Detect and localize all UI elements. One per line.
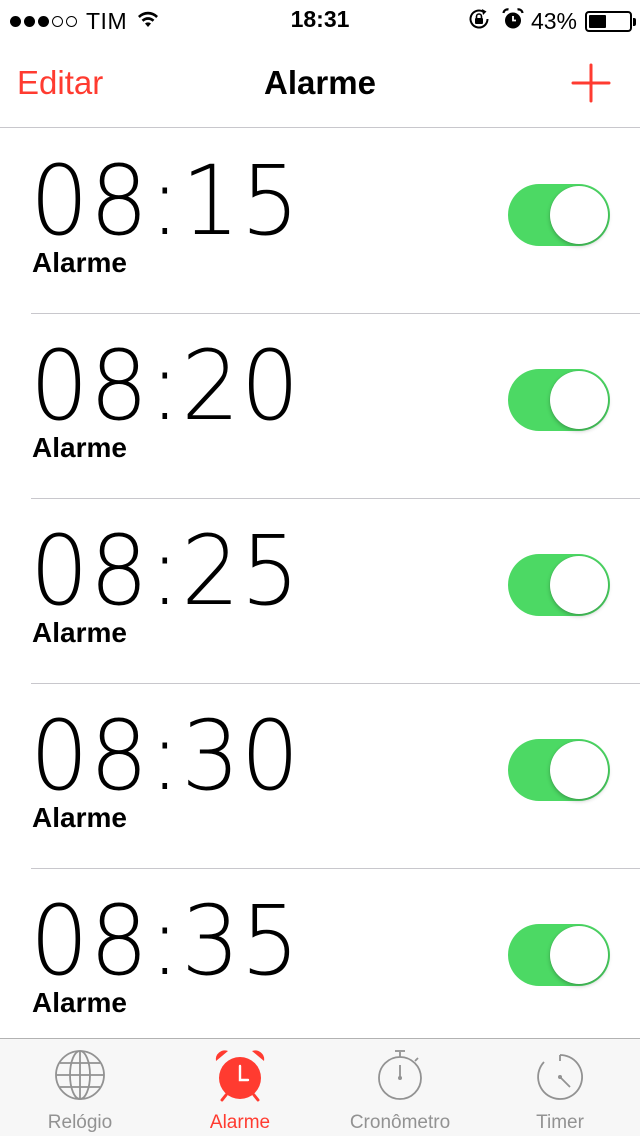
toggle-knob — [550, 741, 608, 799]
tab-label: Cronômetro — [349, 1112, 451, 1133]
page-title: Alarme — [264, 64, 376, 101]
navigation-bar: Editar Alarme — [0, 40, 640, 128]
alarm-row[interactable]: 08:35 Alarme — [0, 869, 640, 1054]
tab-label: Timer — [536, 1112, 584, 1133]
status-right: 43% — [467, 7, 636, 36]
alarm-label: Alarme — [32, 802, 127, 833]
alarm-label: Alarme — [32, 432, 127, 463]
tab-relogio[interactable]: Relógio — [0, 1039, 160, 1136]
alarm-clock-icon — [501, 7, 525, 36]
battery-percent: 43% — [530, 7, 577, 34]
tab-bar: Relógio Alarme Cronômetro Timer — [0, 1038, 640, 1136]
alarm-row[interactable]: 08:25 Alarme — [0, 499, 640, 684]
globe-icon — [55, 1050, 105, 1100]
alarm-screen: TIM 18:31 43% Editar Alarme 08:15 Alarme… — [0, 0, 640, 1136]
alarm-time: 08:25 — [30, 515, 301, 627]
battery-icon — [585, 10, 636, 32]
alarm-toggle[interactable] — [508, 739, 610, 801]
alarm-toggle[interactable] — [508, 184, 610, 246]
rotation-lock-icon — [467, 7, 491, 36]
tab-label: Relógio — [47, 1112, 113, 1133]
tab-cronometro[interactable]: Cronômetro — [320, 1039, 480, 1136]
toggle-knob — [550, 556, 608, 614]
alarm-time: 08:30 — [30, 700, 301, 812]
toggle-knob — [550, 926, 608, 984]
tab-alarme[interactable]: Alarme — [160, 1039, 320, 1136]
alarm-row[interactable]: 08:30 Alarme — [0, 684, 640, 869]
alarm-toggle[interactable] — [508, 924, 610, 986]
toggle-knob — [550, 186, 608, 244]
alarm-toggle[interactable] — [508, 554, 610, 616]
tab-label: Alarme — [209, 1112, 271, 1133]
tab-timer[interactable]: Timer — [480, 1039, 640, 1136]
alarm-time: 08:20 — [30, 330, 301, 442]
alarm-list: 08:15 Alarme 08:20 Alarme 08:25 Alarme 0… — [0, 129, 640, 1054]
status-bar: TIM 18:31 43% — [0, 0, 640, 40]
toggle-knob — [550, 371, 608, 429]
alarm-time: 08:15 — [30, 145, 301, 257]
battery-fill — [589, 14, 606, 28]
alarm-clock-icon — [215, 1050, 265, 1102]
alarm-row[interactable]: 08:15 Alarme — [0, 129, 640, 314]
alarm-row[interactable]: 08:20 Alarme — [0, 314, 640, 499]
plus-icon — [571, 63, 611, 103]
timer-icon — [537, 1054, 583, 1100]
alarm-time: 08:35 — [30, 885, 301, 997]
alarm-label: Alarme — [32, 987, 127, 1018]
alarm-toggle[interactable] — [508, 369, 610, 431]
battery-nub — [633, 17, 636, 26]
add-alarm-button[interactable] — [570, 62, 612, 104]
alarm-label: Alarme — [32, 247, 127, 278]
stopwatch-icon — [378, 1050, 422, 1100]
alarm-label: Alarme — [32, 617, 127, 648]
